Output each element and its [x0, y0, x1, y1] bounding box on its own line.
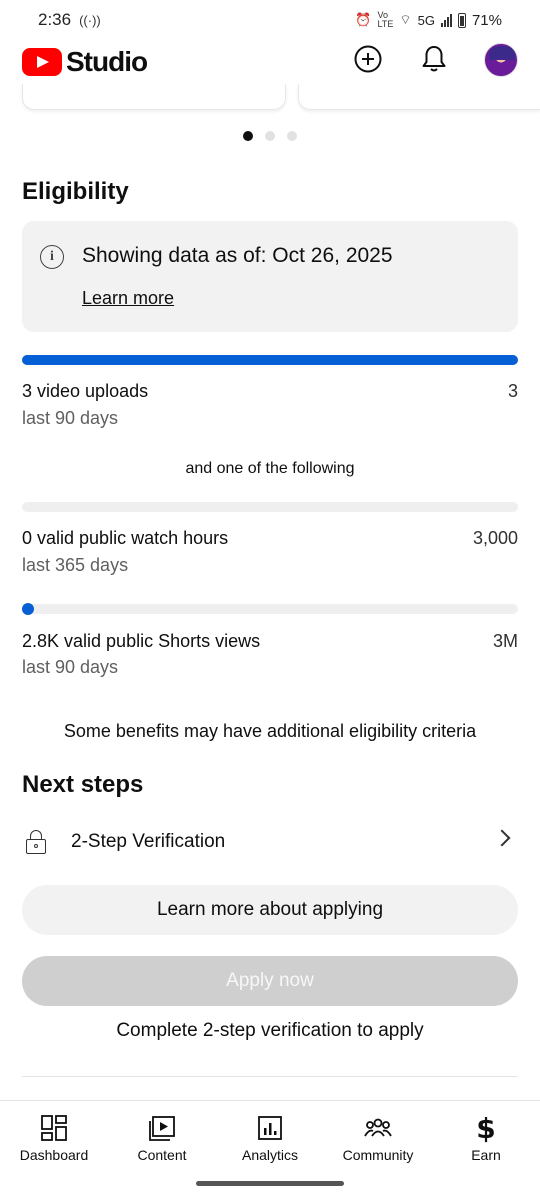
earn-icon: $: [476, 1111, 496, 1145]
app-header: Studio: [0, 40, 540, 84]
benefits-note: Some benefits may have additional eligib…: [63, 721, 477, 741]
watch-hours-progress-bar: [22, 502, 518, 512]
bottom-nav: Dashboard Content Analytics Community $ …: [0, 1100, 540, 1170]
nav-item-content[interactable]: Content: [108, 1101, 216, 1171]
apply-now-button[interactable]: Apply now: [22, 956, 518, 1006]
nav-label: Dashboard: [19, 1147, 89, 1163]
avatar[interactable]: [484, 43, 518, 77]
community-icon: [363, 1111, 393, 1145]
create-button[interactable]: [352, 43, 384, 75]
carousel-dot-active[interactable]: [243, 131, 253, 141]
status-bar: 2:36 ((·)) ⏰ Vo LTE ⌔ 5G 71%: [0, 0, 540, 40]
nav-label: Content: [137, 1147, 187, 1163]
volte-icon: Vo LTE: [377, 10, 394, 29]
data-date-text: Showing data as of: Oct 26, 2025: [82, 244, 393, 267]
nav-label: Earn: [471, 1147, 501, 1163]
content-icon: [148, 1111, 176, 1145]
chevron-right-icon: [493, 829, 511, 847]
alarm-icon: ⏰: [355, 12, 372, 27]
learn-more-applying-button[interactable]: Learn more about applying: [22, 885, 518, 935]
two-step-verification-row[interactable]: 2-Step Verification: [22, 820, 518, 864]
status-time: 2:36: [38, 10, 72, 29]
requirement-period: last 90 days: [22, 408, 119, 428]
dashboard-icon: [40, 1111, 68, 1145]
requirement-title: 0 valid public watch hours: [22, 528, 229, 548]
apply-note: Complete 2-step verification to apply: [116, 1020, 424, 1041]
create-icon: [354, 45, 382, 73]
logo-text: Studio: [66, 46, 148, 77]
progress-fill: [22, 355, 518, 365]
carousel-card[interactable]: [22, 84, 286, 110]
wifi-calling-icon: ⌔: [399, 12, 412, 27]
battery-icon: [457, 12, 466, 28]
data-info-box: i Showing data as of: Oct 26, 2025 Learn…: [22, 221, 518, 332]
nav-item-analytics[interactable]: Analytics: [216, 1101, 324, 1171]
lock-icon: [25, 830, 47, 854]
next-steps-title: Next steps: [22, 771, 144, 798]
youtube-logo-icon: [22, 48, 62, 76]
requirement-target: 3: [507, 381, 518, 401]
nav-label: Community: [342, 1147, 414, 1163]
info-icon: i: [40, 245, 64, 269]
carousel-dot[interactable]: [265, 131, 275, 141]
notifications-icon: [422, 46, 446, 72]
nav-item-dashboard[interactable]: Dashboard: [0, 1101, 108, 1171]
divider: [22, 1076, 518, 1077]
nav-item-community[interactable]: Community: [324, 1101, 432, 1171]
carousel-card-next[interactable]: [298, 84, 540, 110]
separator-text: and one of the following: [185, 460, 355, 477]
progress-knob: [22, 603, 34, 615]
eligibility-title: Eligibility: [22, 178, 129, 205]
home-indicator[interactable]: [196, 1181, 344, 1186]
requirement-title: 3 video uploads: [22, 381, 149, 401]
shorts-views-progress-bar: [22, 603, 518, 615]
battery-level: 71%: [471, 11, 502, 29]
notifications-button[interactable]: [418, 43, 450, 75]
nav-label: Analytics: [241, 1147, 299, 1163]
status-right: ⏰ Vo LTE ⌔ 5G 71%: [355, 11, 502, 29]
carousel-indicator: [243, 131, 297, 141]
hotspot-icon: ((·)): [79, 12, 101, 28]
carousel-dot[interactable]: [287, 131, 297, 141]
requirement-period: last 365 days: [22, 555, 129, 575]
uploads-progress-bar: [22, 355, 518, 365]
signal-icon: [440, 13, 452, 27]
learn-more-link[interactable]: Learn more: [82, 288, 174, 309]
nav-item-earn[interactable]: $ Earn: [432, 1101, 540, 1171]
requirement-target: 3M: [492, 631, 518, 651]
requirement-target: 3,000: [472, 528, 518, 548]
requirement-period: last 90 days: [22, 657, 119, 677]
requirement-title: 2.8K valid public Shorts views: [22, 631, 261, 651]
step-label: 2-Step Verification: [71, 831, 226, 852]
analytics-icon: [256, 1111, 284, 1145]
status-left: 2:36 ((·)): [38, 10, 101, 30]
studio-logo[interactable]: Studio: [22, 46, 148, 78]
network-type: 5G: [417, 12, 435, 28]
